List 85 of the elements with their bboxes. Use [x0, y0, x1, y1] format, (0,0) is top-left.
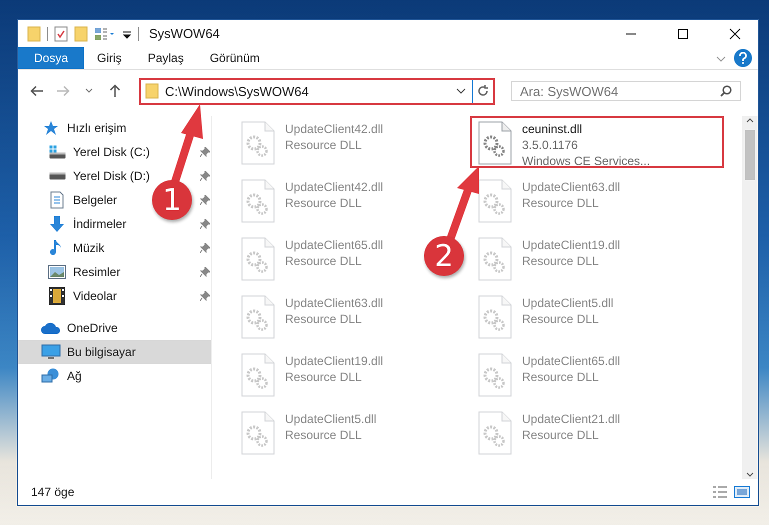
sidebar-item[interactable]: OneDrive: [18, 316, 211, 340]
music-note-icon: [50, 239, 64, 257]
gear-file-icon: [478, 237, 512, 281]
ribbon-tab[interactable]: Görünüm: [196, 47, 273, 69]
address-field[interactable]: C:\Windows\SysWOW64: [141, 80, 473, 102]
scrollbar-thumb[interactable]: [745, 130, 755, 180]
chevron-down-icon: [85, 88, 93, 94]
gear-file-icon: [241, 179, 275, 223]
file-detail: 3.5.0.1176: [522, 137, 579, 153]
gear-file-icon: [241, 353, 275, 397]
file-detail: Resource DLL: [285, 195, 363, 211]
pin-icon[interactable]: [200, 291, 210, 301]
ribbon-tab[interactable]: Paylaş: [134, 47, 197, 69]
view-options-icon[interactable]: [94, 26, 116, 40]
pin-icon[interactable]: [200, 171, 210, 181]
close-icon: [729, 28, 741, 40]
sidebar-item[interactable]: Bu bilgisayar: [18, 340, 211, 364]
ribbon-tab[interactable]: Giriş: [84, 47, 135, 69]
file-detail: Resource DLL: [522, 427, 600, 443]
search-icon[interactable]: [720, 85, 732, 97]
sidebar-item[interactable]: Belgeler: [18, 188, 120, 212]
network-icon: [41, 368, 61, 384]
gear-file-icon: [241, 237, 275, 281]
file-name[interactable]: ceuninst.dll: [522, 121, 650, 137]
ribbon-tab[interactable]: Dosya: [18, 47, 84, 69]
file-detail: Resource DLL: [285, 369, 363, 385]
scrollbar[interactable]: [742, 116, 758, 479]
gear-file-icon: [241, 121, 275, 165]
properties-icon[interactable]: [54, 26, 68, 42]
gear-file-icon: [478, 179, 512, 223]
sidebar-item[interactable]: Hızlı erişim: [18, 116, 211, 140]
file-detail: Resource DLL: [522, 195, 600, 211]
down-arrow-icon: [49, 215, 65, 233]
sidebar-item[interactable]: Ağ: [18, 364, 211, 388]
file-item[interactable]: ceuninst.dll 3.5.0.1176 Windows CE Services...: [470, 116, 724, 168]
file-detail: Resource DLL: [522, 369, 600, 385]
picture-icon: [48, 265, 66, 279]
gear-file-icon: [478, 353, 512, 397]
forward-arrow-icon: [56, 85, 70, 97]
sidebar-item[interactable]: Yerel Disk (C:): [18, 140, 152, 164]
gear-file-icon: [478, 121, 512, 165]
folder-icon: [145, 83, 159, 99]
pin-icon[interactable]: [200, 195, 210, 205]
search-field[interactable]: Ara: SysWOW64: [511, 81, 741, 101]
address-path: C:\Windows\SysWOW64: [165, 84, 309, 98]
expand-ribbon-icon[interactable]: [716, 55, 726, 63]
large-icons-view-icon[interactable]: [734, 485, 750, 499]
file-detail: Resource DLL: [522, 253, 600, 269]
refresh-icon: [476, 84, 490, 98]
file-detail: Windows CE Services...: [522, 153, 650, 169]
sidebar-item[interactable]: İndirmeler: [18, 212, 128, 236]
details-view-icon[interactable]: [712, 485, 728, 499]
pin-icon[interactable]: [200, 243, 210, 253]
folder-icon[interactable]: [74, 26, 88, 42]
maximize-icon: [677, 28, 689, 40]
item-count: 147 öge: [31, 485, 74, 499]
dropdown-icon[interactable]: [456, 87, 466, 95]
file-detail: Resource DLL: [285, 137, 363, 153]
file-detail: Resource DLL: [285, 311, 363, 327]
file-detail: Resource DLL: [522, 311, 600, 327]
drive-icon: [48, 145, 66, 159]
sidebar-item[interactable]: Videolar: [18, 284, 119, 308]
back-arrow-icon: [30, 85, 44, 97]
pin-icon[interactable]: [200, 147, 210, 157]
sidebar-item[interactable]: Müzik: [18, 236, 106, 260]
sidebar-item[interactable]: Resimler: [18, 260, 122, 284]
drive-icon: [48, 172, 66, 180]
sidebar-item[interactable]: Yerel Disk (D:): [18, 164, 152, 188]
help-icon[interactable]: [734, 49, 752, 67]
pin-icon[interactable]: [200, 267, 210, 277]
gear-file-icon: [241, 295, 275, 339]
window-title: SysWOW64: [149, 26, 220, 41]
pin-icon[interactable]: [200, 219, 210, 229]
file-detail: Resource DLL: [285, 253, 363, 269]
gear-file-icon: [478, 295, 512, 339]
film-icon: [49, 287, 65, 305]
up-arrow-icon: [109, 84, 121, 98]
gear-file-icon: [241, 411, 275, 455]
gear-file-icon: [478, 411, 512, 455]
cloud-icon: [41, 322, 61, 334]
folder-icon[interactable]: [27, 26, 41, 42]
star-icon: [43, 120, 59, 136]
document-icon: [49, 191, 65, 209]
computer-icon: [41, 344, 61, 360]
file-detail: Resource DLL: [285, 427, 363, 443]
